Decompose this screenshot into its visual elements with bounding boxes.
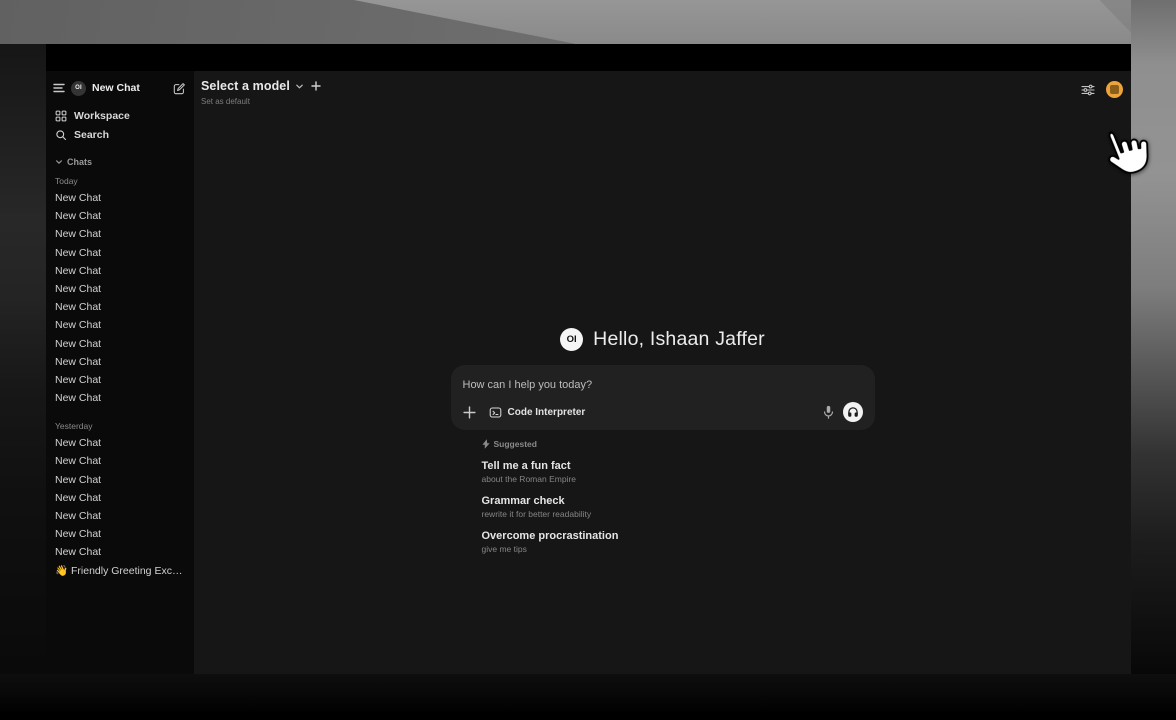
chat-group-label-today: Today (55, 176, 186, 186)
model-selector-label: Select a model (201, 79, 290, 93)
sidebar-title: New Chat (92, 82, 140, 94)
message-composer: Code Interpreter (451, 365, 875, 430)
prompt-title: Overcome procrastination (482, 530, 875, 542)
plus-icon (311, 81, 321, 91)
edit-pencil-icon (173, 82, 186, 95)
voice-input-button[interactable] (823, 405, 834, 419)
code-interpreter-toggle[interactable]: Code Interpreter (489, 406, 586, 419)
chat-list-item[interactable]: New Chat (53, 471, 186, 489)
new-chat-button[interactable] (173, 82, 186, 95)
window-top-band (46, 44, 1131, 71)
suggested-label: Suggested (494, 439, 537, 449)
chat-list-item[interactable]: New Chat (53, 353, 186, 371)
app-logo: OI (71, 81, 86, 96)
sliders-icon (1081, 84, 1095, 96)
prompt-subtitle: give me tips (482, 544, 875, 554)
sidebar: OI New Chat (46, 71, 194, 674)
wallpaper-bottom (0, 674, 1176, 720)
screen: OI New Chat (0, 0, 1176, 720)
chat-list-item[interactable]: New Chat (53, 543, 186, 561)
sidebar-item-label: Search (74, 129, 109, 141)
set-as-default-link[interactable]: Set as default (201, 97, 321, 106)
app-logo-large: OI (560, 328, 583, 351)
prompt-subtitle: about the Roman Empire (482, 474, 875, 484)
suggested-prompt[interactable]: Overcome procrastination give me tips (482, 530, 875, 554)
wallpaper-top (0, 0, 1176, 44)
chat-list-item[interactable]: New Chat (53, 225, 186, 243)
prompt-title: Tell me a fun fact (482, 460, 875, 472)
suggested-prompt[interactable]: Tell me a fun fact about the Roman Empir… (482, 460, 875, 484)
user-avatar[interactable] (1106, 81, 1123, 98)
wallpaper-top-dark-wedge (0, 0, 600, 44)
chat-list-item[interactable]: New Chat (53, 244, 186, 262)
attach-button[interactable] (463, 406, 476, 419)
app-logo-text: OI (567, 334, 577, 345)
chat-group-label-yesterday: Yesterday (55, 421, 186, 431)
suggested-prompts: Suggested Tell me a fun fact about the R… (451, 439, 875, 554)
avatar-glyph (1110, 85, 1119, 94)
hamburger-icon (53, 83, 65, 93)
app-logo-text: OI (75, 85, 82, 91)
welcome-panel: OI Hello, Ishaan Jaffer (451, 328, 875, 554)
model-selector-button[interactable]: Select a model (201, 79, 304, 93)
app-window: OI New Chat (46, 44, 1131, 674)
code-interpreter-icon (489, 406, 502, 419)
chat-list-item[interactable]: New Chat (53, 262, 186, 280)
sidebar-item-search[interactable]: Search (53, 125, 186, 144)
add-model-button[interactable] (311, 81, 321, 91)
chat-list-item[interactable]: New Chat (53, 371, 186, 389)
chat-list-item[interactable]: New Chat (53, 434, 186, 452)
headphones-icon (847, 406, 859, 418)
chat-list-item[interactable]: New Chat (53, 189, 186, 207)
chat-list-item[interactable]: New Chat (53, 316, 186, 334)
controls-button[interactable] (1081, 84, 1095, 96)
suggested-prompt[interactable]: Grammar check rewrite it for better read… (482, 495, 875, 519)
chat-list-item-featured[interactable]: 👋 Friendly Greeting Exchange (53, 562, 186, 580)
chat-list-item[interactable]: New Chat (53, 507, 186, 525)
chats-section-label: Chats (67, 157, 92, 167)
voice-call-button[interactable] (843, 402, 863, 422)
search-icon (55, 129, 67, 141)
chat-list-item[interactable]: New Chat (53, 452, 186, 470)
message-input[interactable] (463, 379, 863, 391)
chat-list-item[interactable]: New Chat (53, 489, 186, 507)
prompt-title: Grammar check (482, 495, 875, 507)
wallpaper-right (1131, 0, 1176, 720)
code-interpreter-label: Code Interpreter (508, 407, 586, 418)
main-area: Select a model Set as de (194, 71, 1131, 674)
chat-list-item[interactable]: New Chat (53, 298, 186, 316)
greeting-text: Hello, Ishaan Jaffer (593, 328, 765, 351)
workspace-grid-icon (55, 110, 67, 122)
microphone-icon (823, 405, 834, 419)
chats-section-toggle[interactable]: Chats (53, 157, 186, 167)
chat-list-item[interactable]: New Chat (53, 389, 186, 407)
main-header: Select a model Set as de (194, 71, 1131, 106)
plus-icon (463, 406, 476, 419)
chevron-down-icon (55, 158, 63, 166)
chevron-down-icon (295, 82, 304, 91)
chat-list-item[interactable]: New Chat (53, 280, 186, 298)
chat-list-item[interactable]: New Chat (53, 207, 186, 225)
greeting: OI Hello, Ishaan Jaffer (451, 328, 875, 351)
wallpaper-left (0, 44, 46, 674)
bolt-icon (482, 439, 490, 449)
sidebar-item-label: Workspace (74, 110, 130, 122)
prompt-subtitle: rewrite it for better readability (482, 509, 875, 519)
chat-list-item[interactable]: New Chat (53, 525, 186, 543)
wallpaper-top-corner-wedge (1006, 0, 1176, 44)
sidebar-item-workspace[interactable]: Workspace (53, 106, 186, 125)
chat-list-item[interactable]: New Chat (53, 335, 186, 353)
sidebar-toggle-button[interactable] (53, 83, 65, 93)
